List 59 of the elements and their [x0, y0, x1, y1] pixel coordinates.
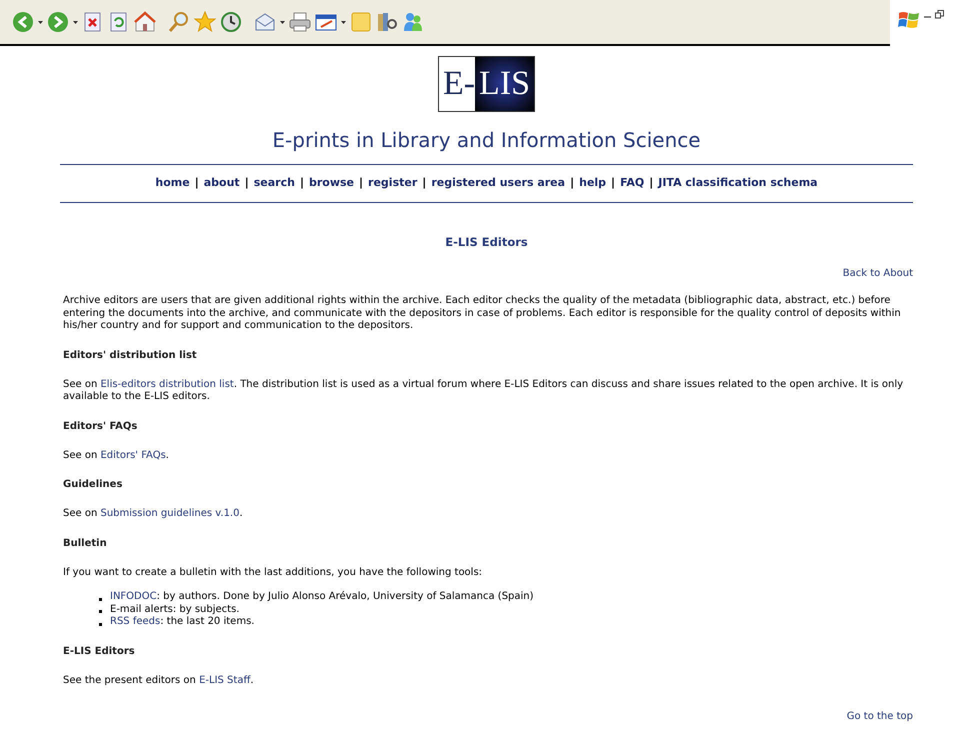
paragraph: See on Editors' FAQs. — [63, 450, 170, 462]
nav-link[interactable]: register — [368, 175, 418, 192]
caret-icon — [38, 20, 43, 24]
paragraph: If you want to create a bulletin with the last additions, you have the following tools: — [63, 566, 484, 580]
top-link[interactable]: Go to the top — [846, 709, 913, 724]
printer-icon[interactable] — [289, 11, 311, 33]
site-logo[interactable]: E-LIS — [438, 56, 536, 112]
caret-icon — [341, 20, 346, 24]
list-item: INFODOC: by authors. Done by Julio Alonso Arévalo, University of Salamanca (Spain) — [110, 591, 534, 604]
text-link[interactable]: RSS feeds — [110, 616, 160, 628]
bullet-icon — [99, 598, 102, 600]
nav-link[interactable]: help — [579, 175, 606, 192]
nav-separator: | — [359, 175, 364, 192]
caret-icon — [73, 20, 78, 24]
paragraph: See on Elis-editors distribution list. The distribution list is used as a virtual forum where E-LIS Editors can discuss and share issues related to the open archive. It is only available to the E-LIS editors. — [63, 378, 904, 404]
star-icon[interactable] — [194, 11, 216, 33]
search-icon[interactable] — [168, 11, 190, 33]
nav-separator: | — [570, 175, 574, 192]
nav-link[interactable]: search — [254, 175, 295, 192]
page-heading: E-LIS Editors — [444, 234, 529, 251]
list-item: E-mail alerts: by subjects. — [110, 604, 240, 616]
forward-icon[interactable] — [47, 11, 69, 33]
mail-icon[interactable] — [254, 11, 276, 33]
home-icon[interactable] — [134, 11, 156, 33]
text-link[interactable]: E-LIS Staff — [199, 674, 250, 686]
section-heading: E-LIS Editors — [63, 644, 136, 659]
section-heading: Editors' distribution list — [63, 348, 198, 363]
text-link[interactable]: Elis-editors distribution list — [100, 378, 234, 390]
restore-icon[interactable] — [935, 10, 944, 19]
list-item: RSS feeds: the last 20 items. — [110, 616, 254, 629]
caret-icon — [280, 20, 285, 24]
nav-separator: | — [422, 175, 426, 192]
nav-separator: | — [611, 175, 616, 192]
nav-separator: | — [649, 175, 654, 192]
text-link[interactable]: Submission guidelines v.1.0 — [100, 508, 240, 520]
nav-link[interactable]: registered users area — [431, 175, 566, 192]
intro-paragraph: Archive editors are users that are given additional rights within the archive. Each editor checks the quality of the metadata (bibliographic data, abstract, etc.) before entering the documents into the archive, and communicate with the depositors in case of problems. Each editor is responsible for the quality control of deposits within his/her country and for support and communication to the depositors. — [62, 295, 902, 333]
site-title: E-prints in Library and Information Science — [271, 127, 702, 154]
windows-flag-icon — [898, 10, 920, 30]
nav-link[interactable]: browse — [308, 175, 354, 192]
bullet-icon — [99, 622, 102, 626]
back-icon[interactable] — [12, 11, 34, 33]
nav-separator: | — [194, 175, 199, 192]
paragraph: See the present editors on E-LIS Staff. — [63, 674, 255, 688]
nav-link[interactable]: JITA classification schema — [658, 175, 818, 192]
section-heading: Bulletin — [63, 536, 108, 551]
nav-link[interactable]: home — [155, 175, 190, 192]
bullet-icon — [99, 610, 102, 613]
nav-link[interactable]: about — [204, 175, 240, 192]
paragraph: See on Submission guidelines v.1.0. — [63, 508, 244, 521]
nav-separator: | — [244, 175, 249, 192]
section-heading: Editors' FAQs — [63, 420, 138, 434]
text-link[interactable]: Editors' FAQs — [100, 450, 166, 461]
nav-link[interactable]: FAQ — [620, 175, 644, 192]
nav-separator: | — [300, 175, 304, 192]
section-heading: Guidelines — [63, 478, 124, 492]
back-link[interactable]: Back to About — [842, 266, 913, 282]
text-link[interactable]: INFODOC — [110, 591, 157, 602]
history-icon[interactable] — [220, 11, 242, 33]
